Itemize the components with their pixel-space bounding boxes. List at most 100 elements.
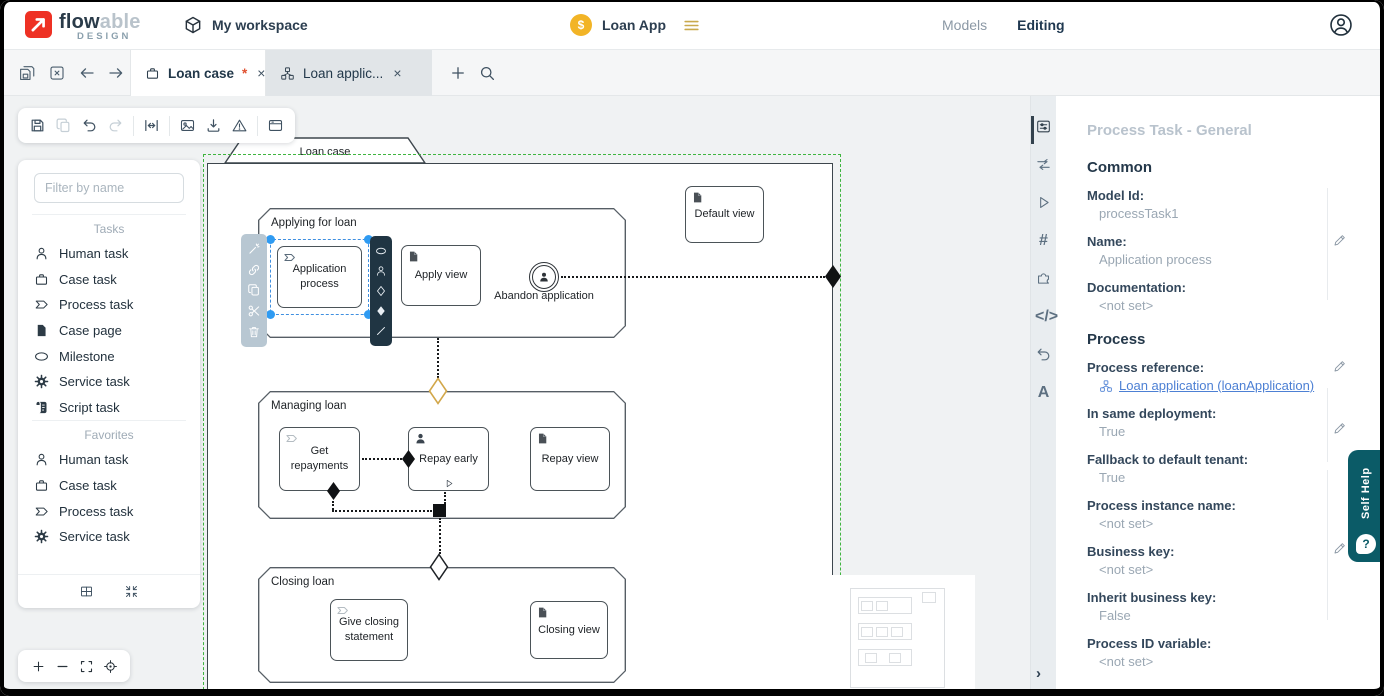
puzzle-icon[interactable] (1035, 270, 1052, 287)
text-icon[interactable]: A (1035, 384, 1052, 401)
fit-screen-button[interactable] (79, 659, 94, 674)
field-value: <not set> (1087, 298, 1344, 313)
canvas-toolbar (18, 108, 295, 143)
exit-sentry[interactable] (326, 481, 341, 501)
entry-sentry[interactable] (401, 449, 416, 469)
entry-sentry[interactable] (429, 553, 449, 581)
event-listener-abandon[interactable] (529, 262, 559, 292)
cut-icon[interactable] (247, 304, 261, 318)
grid-icon[interactable] (79, 584, 94, 599)
exit-sentry-square[interactable] (433, 504, 446, 517)
link-icon[interactable] (247, 263, 261, 277)
close-tab-icon[interactable]: × (393, 65, 401, 81)
plus-button[interactable] (31, 659, 46, 674)
form-icon[interactable] (1035, 118, 1052, 135)
stage-label: Closing loan (271, 576, 334, 588)
nav-models[interactable]: Models (942, 17, 987, 33)
task-apply-view[interactable]: Apply view (401, 245, 481, 306)
crosshair-button[interactable] (103, 659, 118, 674)
download-icon[interactable] (205, 117, 222, 134)
palette-item-service-task[interactable]: Service task (18, 524, 200, 550)
self-help-button[interactable]: Self Help ? (1348, 450, 1384, 562)
copy-icon[interactable] (247, 283, 261, 297)
process-icon (34, 504, 49, 519)
save-all-button[interactable] (18, 64, 36, 82)
task-get-repayments[interactable]: Get repayments (279, 427, 360, 491)
palette-item-service-task[interactable]: Service task (18, 369, 200, 395)
history-icon[interactable] (1035, 346, 1052, 363)
palette-item-human-task[interactable]: Human task (18, 447, 200, 473)
fit-width-icon[interactable] (143, 117, 160, 134)
panel-icon[interactable] (267, 117, 284, 134)
palette-item-case-task[interactable]: Case task (18, 267, 200, 293)
warning-icon[interactable] (231, 117, 248, 134)
connector[interactable] (437, 338, 439, 378)
morph-icon[interactable] (247, 242, 261, 256)
entry-criterion-icon[interactable] (375, 285, 387, 297)
search-models-button[interactable] (478, 64, 496, 82)
copy-icon[interactable] (55, 117, 72, 134)
property-field: Model Id:processTask1 (1087, 188, 1344, 221)
back-button[interactable] (78, 64, 96, 82)
append-milestone-icon[interactable] (375, 245, 387, 257)
exit-sentry[interactable] (824, 264, 842, 289)
connector[interactable] (439, 518, 441, 554)
palette-item-script-task[interactable]: Script task (18, 395, 200, 421)
nav-editing[interactable]: Editing (1017, 17, 1064, 33)
tab-loan-application[interactable]: Loan applic... × (266, 50, 432, 96)
tab-loan-case[interactable]: Loan case * × (130, 50, 266, 96)
current-app[interactable]: $ Loan App (570, 0, 701, 50)
connector[interactable] (362, 458, 402, 460)
connector[interactable] (332, 510, 432, 512)
collapse-panel-chevron[interactable]: › (1036, 665, 1041, 682)
minimap[interactable] (818, 575, 975, 696)
edit-common-button[interactable] (1332, 232, 1348, 248)
palette-item-milestone[interactable]: Milestone (18, 343, 200, 369)
app-menu-icon[interactable] (682, 16, 701, 35)
image-icon[interactable] (179, 117, 196, 134)
edit-business-key-button[interactable] (1332, 540, 1348, 556)
edit-process-reference-button[interactable] (1332, 358, 1348, 374)
undo-icon[interactable] (81, 117, 98, 134)
user-avatar[interactable] (1328, 12, 1354, 38)
connector[interactable] (561, 276, 825, 278)
redo-icon[interactable] (107, 117, 124, 134)
palette-filter-input[interactable] (34, 173, 184, 203)
task-default-view[interactable]: Default view (685, 186, 764, 243)
resize-handle[interactable] (266, 235, 275, 244)
collapse-icon[interactable] (124, 584, 139, 599)
close-tab-icon[interactable]: × (257, 65, 265, 81)
script-icon (34, 400, 49, 415)
append-human-task-icon[interactable] (375, 265, 387, 277)
new-tab-button[interactable] (449, 64, 467, 82)
connector[interactable] (444, 492, 446, 504)
palette-item-process-task[interactable]: Process task (18, 498, 200, 524)
minus-button[interactable] (55, 659, 70, 674)
palette-item-case-page[interactable]: Case page (18, 318, 200, 344)
exit-criterion-icon[interactable] (375, 305, 387, 317)
task-repay-view[interactable]: Repay view (530, 427, 610, 491)
edit-deployment-button[interactable] (1332, 420, 1348, 436)
forward-button[interactable] (107, 64, 125, 82)
save-icon[interactable] (29, 117, 46, 134)
task-give-closing-statement[interactable]: Give closing statement (330, 599, 408, 661)
code-icon[interactable]: </> (1035, 308, 1052, 325)
play-icon[interactable] (1035, 194, 1052, 211)
connector[interactable] (332, 501, 334, 510)
palette-item-human-task[interactable]: Human task (18, 241, 200, 267)
delete-icon[interactable] (247, 325, 261, 339)
entry-sentry-gold[interactable] (428, 377, 448, 405)
diagram-canvas[interactable]: Loan case Default view Applying for loan… (0, 96, 1030, 696)
palette-item-process-task[interactable]: Process task (18, 292, 200, 318)
close-all-button[interactable] (48, 64, 66, 82)
connector-icon[interactable] (375, 325, 387, 337)
palette-item-case-task[interactable]: Case task (18, 473, 200, 499)
workspace-switcher[interactable]: My workspace (183, 0, 308, 50)
task-closing-view[interactable]: Closing view (530, 601, 608, 659)
process-reference-link[interactable]: Loan application (loanApplication) (1119, 378, 1314, 393)
resize-handle[interactable] (266, 310, 275, 319)
mapping-icon[interactable] (1035, 156, 1052, 173)
task-repay-early[interactable]: Repay early (408, 427, 489, 491)
hash-icon[interactable]: # (1035, 232, 1052, 249)
process-model-icon (280, 66, 295, 81)
